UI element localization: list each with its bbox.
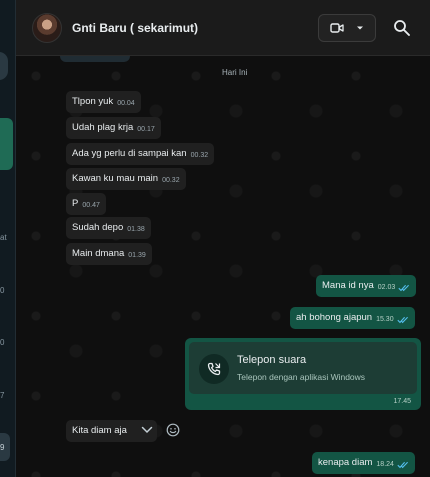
date-separator: Hari Ini [222, 68, 248, 77]
chat-header: Gnti Baru ( sekarimut) [16, 0, 430, 56]
incoming-message[interactable]: Kawan ku mau main 00.32 [66, 168, 186, 190]
message-time: 17.45 [393, 398, 411, 405]
incoming-message[interactable]: Main dmana 01.39 [66, 243, 152, 265]
message-text: ah bohong ajapun [296, 312, 373, 323]
video-call-button[interactable] [318, 14, 376, 42]
chat-list-meta: 0 [0, 338, 5, 347]
message-time: 02.03 [377, 284, 396, 291]
call-subtitle: Telepon dengan aplikasi Windows [237, 372, 366, 382]
phone-call-icon-badge [199, 354, 229, 384]
message-text: Sudah depo [72, 222, 124, 233]
chat-list-meta: 7 [0, 391, 5, 400]
message-time: 00.47 [82, 202, 100, 209]
chat-list-meta: 9 [0, 443, 5, 452]
message-time: 01.38 [127, 226, 145, 233]
message-time: 18.24 [376, 461, 394, 468]
message-text: Kita diam aja [72, 425, 127, 436]
chevron-down-icon [141, 426, 153, 434]
message-time: 15.30 [376, 316, 394, 323]
voice-call-info[interactable]: Telepon suara Telepon dengan aplikasi Wi… [189, 342, 417, 394]
message-hover-actions [134, 420, 182, 440]
search-icon [394, 20, 410, 36]
conversation-panel[interactable]: Hari Ini Tlpon yuk 00.04 Udah plag krja … [16, 56, 430, 477]
read-receipt-icon [397, 461, 408, 469]
video-camera-icon [330, 23, 344, 33]
read-receipt-icon [397, 316, 408, 324]
voice-call-card[interactable]: Telepon suara Telepon dengan aplikasi Wi… [185, 338, 421, 410]
chat-list-strip: at 0 0 7 9 [0, 0, 16, 477]
message-text: Kawan ku mau main [72, 173, 159, 184]
incoming-message[interactable]: Udah plag krja 00.17 [66, 117, 161, 139]
message-menu-button[interactable] [134, 420, 160, 440]
message-time: 00.32 [162, 177, 180, 184]
contact-name[interactable]: Gnti Baru ( sekarimut) [72, 21, 198, 35]
phone-call-icon [207, 362, 221, 376]
incoming-message[interactable]: Sudah depo 01.38 [66, 217, 151, 239]
chat-list-item[interactable]: 9 [0, 433, 10, 461]
message-time: 00.04 [117, 100, 135, 107]
message-time: 01.39 [128, 252, 146, 259]
message-text: P [72, 198, 79, 209]
chat-list-meta: 0 [0, 286, 5, 295]
call-title: Telepon suara [237, 354, 307, 366]
message-text: Tlpon yuk [72, 96, 114, 107]
outgoing-message[interactable]: Mana id nya 02.03 [316, 275, 417, 297]
message-time: 00.17 [137, 126, 155, 133]
caret-down-icon[interactable] [356, 25, 364, 31]
react-button[interactable] [164, 421, 182, 439]
avatar[interactable] [32, 13, 62, 43]
incoming-message[interactable]: P 00.47 [66, 193, 106, 215]
read-receipt-icon [398, 284, 410, 292]
message-text: Mana id nya [322, 280, 374, 291]
message-time: 00.32 [190, 152, 209, 159]
incoming-message[interactable]: Ada yg perlu di sampai kan 00.32 [66, 143, 215, 165]
chat-list-meta: at [0, 233, 7, 242]
message-text: Udah plag krja [72, 122, 134, 133]
outgoing-message[interactable]: kenapa diam 18.24 [312, 452, 415, 474]
outgoing-message[interactable]: ah bohong ajapun 15.30 [290, 307, 415, 329]
search-pill[interactable] [0, 52, 8, 80]
message-text: Main dmana [72, 248, 125, 259]
message-text: Ada yg perlu di sampai kan [72, 148, 187, 159]
selected-chat-indicator[interactable] [0, 118, 13, 170]
emoji-icon [166, 423, 180, 437]
incoming-message[interactable]: Tlpon yuk 00.04 [66, 91, 141, 113]
search-button[interactable] [391, 17, 413, 39]
message-bubble-partial[interactable] [60, 56, 130, 62]
message-text: kenapa diam [318, 457, 373, 468]
